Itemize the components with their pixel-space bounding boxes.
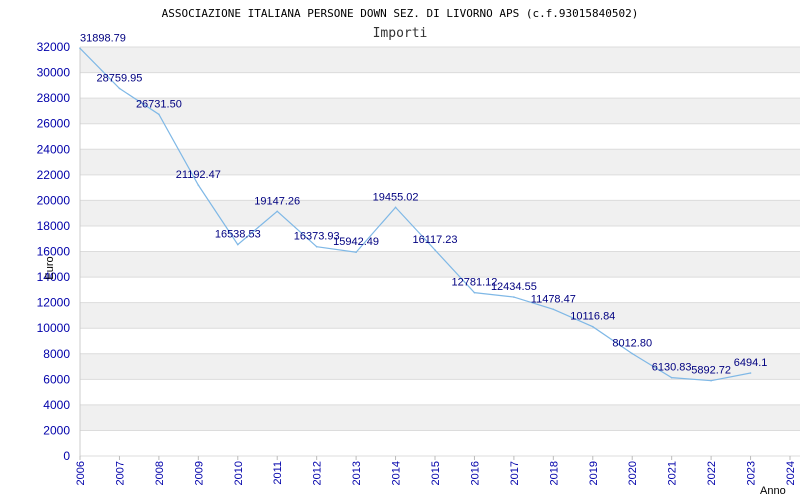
y-tick-label: 30000 (37, 66, 71, 80)
y-tick-label: 8000 (43, 347, 70, 361)
data-label: 31898.79 (80, 32, 126, 44)
data-label: 11478.47 (531, 293, 576, 305)
data-label: 15942.49 (333, 236, 379, 248)
chart-title: ASSOCIAZIONE ITALIANA PERSONE DOWN SEZ. … (162, 7, 639, 20)
data-label: 19455.02 (373, 191, 419, 203)
x-tick-label: 2011 (272, 461, 284, 485)
grid-band (80, 98, 800, 124)
y-tick-label: 28000 (37, 91, 71, 105)
data-point (749, 372, 752, 374)
chart-subtitle: Importi (373, 26, 428, 41)
y-tick-label: 2000 (43, 423, 70, 437)
data-label: 12434.55 (491, 281, 537, 293)
x-tick-label: 2008 (154, 461, 166, 485)
y-tick-label: 10000 (37, 321, 71, 335)
x-tick-label: 2017 (509, 461, 521, 485)
y-axis-ticks: 0200040006000800010000120001400016000180… (37, 40, 71, 463)
x-tick-label: 2013 (351, 461, 363, 485)
x-tick-label: 2012 (312, 461, 324, 485)
x-tick-label: 2014 (391, 461, 403, 485)
data-label: 28759.95 (96, 72, 142, 84)
y-tick-label: 24000 (37, 142, 71, 156)
x-tick-label: 2021 (667, 461, 679, 485)
x-tick-label: 2020 (627, 461, 639, 485)
data-label: 21192.47 (176, 169, 221, 181)
data-point (591, 325, 594, 328)
chart: ASSOCIAZIONE ITALIANA PERSONE DOWN SEZ. … (37, 7, 800, 497)
x-tick-label: 2016 (469, 461, 481, 485)
data-point (552, 308, 555, 311)
x-tick-label: 2007 (114, 461, 126, 485)
data-label: 10116.84 (570, 311, 615, 323)
data-point (710, 379, 712, 382)
x-tick-label: 2023 (746, 461, 758, 485)
data-point (118, 87, 121, 90)
data-point (236, 243, 239, 246)
y-tick-label: 12000 (37, 296, 71, 310)
data-point (434, 249, 436, 251)
x-tick-label: 2018 (548, 461, 560, 485)
data-point (158, 113, 160, 116)
data-label: 19147.26 (254, 195, 300, 207)
x-tick-label: 2006 (75, 461, 87, 485)
y-tick-label: 32000 (37, 40, 71, 54)
data-label: 16538.53 (215, 229, 261, 241)
data-point (394, 206, 397, 209)
data-label: 8012.80 (612, 338, 652, 350)
x-tick-label: 2010 (233, 461, 245, 485)
data-point (79, 47, 81, 50)
grid-band (80, 200, 800, 226)
x-tick-label: 2019 (588, 461, 600, 485)
data-point (473, 291, 476, 294)
grid-band (80, 47, 800, 73)
data-point (631, 352, 634, 355)
grid-band (80, 302, 800, 329)
data-point (197, 184, 200, 186)
data-point (670, 376, 673, 379)
data-label: 6494.1 (734, 357, 768, 369)
x-tick-label: 2022 (706, 461, 718, 485)
x-tick-label: 2024 (785, 461, 797, 485)
y-tick-label: 26000 (37, 117, 71, 131)
x-tick-label: 2015 (430, 461, 442, 485)
data-point (513, 296, 515, 298)
data-label: 6130.83 (652, 362, 692, 374)
data-label: 16117.23 (412, 234, 457, 246)
data-point (276, 210, 279, 213)
x-axis-label: Anno (760, 485, 786, 497)
y-tick-label: 4000 (43, 398, 70, 412)
y-tick-label: 0 (63, 449, 70, 463)
y-tick-label: 20000 (37, 193, 71, 207)
data-label: 5892.72 (691, 365, 731, 377)
x-axis-ticks: 2006 2007 2008 2009 2010 2011 2012 2013 2014 2015… (75, 456, 797, 485)
x-tick-label: 2009 (193, 461, 205, 485)
grid-band (80, 404, 800, 431)
data-label: 26731.50 (136, 98, 182, 110)
y-axis-label: Euro (44, 256, 56, 279)
y-tick-label: 18000 (37, 219, 71, 233)
data-point (315, 245, 318, 248)
y-tick-label: 6000 (43, 372, 70, 386)
data-point (355, 251, 357, 254)
y-tick-label: 22000 (37, 168, 71, 182)
